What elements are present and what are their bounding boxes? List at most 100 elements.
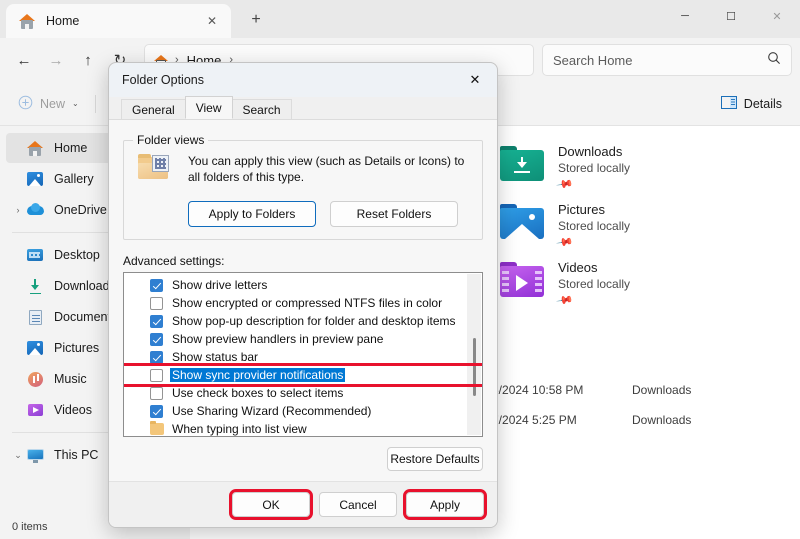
sidebar-item-label: OneDrive bbox=[54, 203, 107, 217]
dialog-tabs: General View Search bbox=[109, 96, 497, 120]
forward-icon[interactable]: → bbox=[40, 44, 72, 76]
checkbox-unchecked-icon[interactable] bbox=[150, 368, 163, 382]
setting-show-preview-handlers[interactable]: Show preview handlers in preview pane bbox=[124, 330, 482, 348]
new-tab-button[interactable]: + bbox=[241, 5, 271, 35]
checkbox-checked-icon[interactable] bbox=[150, 278, 163, 292]
videos-folder-icon bbox=[500, 260, 546, 300]
tab-strip: Home ✕ + ─ ☐ ✕ bbox=[0, 0, 800, 38]
tab-view[interactable]: View bbox=[184, 96, 233, 119]
setting-show-popup-description[interactable]: Show pop-up description for folder and d… bbox=[124, 312, 482, 330]
sidebar-item-label: Downloads bbox=[54, 279, 116, 293]
setting-label: Use check boxes to select items bbox=[172, 386, 344, 400]
ok-button[interactable]: OK bbox=[229, 489, 313, 520]
pin-icon: 📌 bbox=[555, 176, 574, 194]
setting-use-check-boxes[interactable]: Use check boxes to select items bbox=[124, 384, 482, 402]
setting-label: Show sync provider notifications bbox=[170, 368, 346, 382]
checkbox-checked-icon[interactable] bbox=[150, 404, 163, 418]
videos-icon bbox=[26, 401, 46, 419]
folder-views-group: Folder views You can apply this view (su… bbox=[123, 133, 483, 240]
downloads-icon bbox=[26, 277, 46, 295]
onedrive-icon bbox=[26, 201, 46, 219]
folder-tile-subtitle: Stored locally bbox=[558, 161, 631, 175]
setting-label: Show preview handlers in preview pane bbox=[172, 332, 384, 346]
setting-label: Use Sharing Wizard (Recommended) bbox=[172, 404, 372, 418]
sidebar-item-label: Pictures bbox=[54, 341, 100, 355]
setting-group-when-typing: When typing into list view bbox=[124, 420, 482, 436]
checkbox-checked-icon[interactable] bbox=[150, 350, 163, 364]
checkbox-unchecked-icon[interactable] bbox=[150, 296, 163, 310]
desktop-icon bbox=[26, 246, 46, 264]
advanced-settings-label: Advanced settings: bbox=[123, 254, 225, 268]
view-tab-page: Folder views You can apply this view (su… bbox=[109, 120, 497, 481]
folder-views-description: You can apply this view (such as Details… bbox=[188, 154, 465, 184]
cancel-button[interactable]: Cancel bbox=[319, 492, 397, 517]
downloads-folder-icon bbox=[500, 144, 546, 184]
plus-circle-icon bbox=[18, 95, 33, 113]
checkbox-checked-icon[interactable] bbox=[150, 332, 163, 346]
up-icon[interactable]: ↑ bbox=[72, 44, 104, 76]
sidebar-item-label: This PC bbox=[54, 448, 99, 462]
search-icon bbox=[767, 51, 781, 70]
sidebar-item-label: Home bbox=[54, 141, 88, 155]
show-sync-provider-notifications-row[interactable]: Show sync provider notifications bbox=[124, 363, 482, 387]
setting-label: When typing into list view bbox=[172, 422, 307, 436]
search-placeholder: Search Home bbox=[553, 52, 633, 68]
details-pane-button[interactable]: Details bbox=[711, 89, 792, 119]
new-button-label: New bbox=[40, 96, 66, 111]
setting-label: Show pop-up description for folder and d… bbox=[172, 314, 456, 328]
pictures-folder-icon bbox=[500, 202, 546, 242]
folder-options-dialog: Folder Options ✕ General View Search Fol… bbox=[108, 62, 498, 528]
close-icon[interactable]: ✕ bbox=[201, 10, 223, 32]
folder-tile-name: Downloads bbox=[558, 144, 623, 159]
restore-defaults-button[interactable]: Restore Defaults bbox=[387, 447, 483, 471]
details-button-label: Details bbox=[743, 96, 783, 111]
folder-tile-subtitle: Stored locally bbox=[558, 219, 631, 233]
maximize-button[interactable]: ☐ bbox=[708, 0, 754, 32]
sidebar-item-label: Gallery bbox=[54, 172, 94, 186]
sidebar-item-label: Videos bbox=[54, 403, 92, 417]
dialog-title-bar: Folder Options ✕ bbox=[109, 63, 497, 97]
folder-icon bbox=[150, 421, 164, 435]
music-icon bbox=[26, 370, 46, 388]
setting-show-drive-letters[interactable]: Show drive letters bbox=[124, 276, 482, 294]
folder-tile-videos[interactable]: Videos Stored locally 📌 bbox=[500, 260, 750, 310]
file-location: Downloads bbox=[632, 383, 692, 397]
documents-icon bbox=[26, 308, 46, 326]
tab-home[interactable]: Home ✕ bbox=[6, 4, 231, 38]
folder-tile-downloads[interactable]: Downloads Stored locally 📌 bbox=[500, 144, 750, 194]
sidebar-item-label: Music bbox=[54, 372, 87, 386]
checkbox-unchecked-icon[interactable] bbox=[150, 386, 163, 400]
scrollbar-track[interactable] bbox=[467, 274, 481, 435]
tab-general[interactable]: General bbox=[121, 99, 186, 119]
gallery-icon bbox=[26, 170, 46, 188]
tab-label: Home bbox=[46, 14, 80, 28]
chevron-down-icon: ⌄ bbox=[72, 99, 79, 108]
tab-search[interactable]: Search bbox=[231, 99, 292, 119]
advanced-settings-list[interactable]: Show drive letters Show encrypted or com… bbox=[123, 272, 483, 437]
chevron-down-icon[interactable]: ⌄ bbox=[10, 450, 26, 461]
folder-views-icon bbox=[136, 151, 180, 191]
setting-show-status-bar[interactable]: Show status bar bbox=[124, 348, 482, 366]
apply-button[interactable]: Apply bbox=[403, 489, 487, 520]
folder-tile-pictures[interactable]: Pictures Stored locally 📌 bbox=[500, 202, 750, 252]
reset-folders-button[interactable]: Reset Folders bbox=[330, 201, 458, 227]
checkbox-checked-icon[interactable] bbox=[150, 314, 163, 328]
apply-to-folders-button[interactable]: Apply to Folders bbox=[188, 201, 316, 227]
group-legend: Folder views bbox=[133, 133, 209, 147]
back-icon[interactable]: ← bbox=[8, 44, 40, 76]
setting-label: Show status bar bbox=[172, 350, 259, 364]
search-input[interactable]: Search Home bbox=[542, 44, 792, 76]
sidebar-item-label: Desktop bbox=[54, 248, 100, 262]
minimize-button[interactable]: ─ bbox=[662, 0, 708, 32]
thispc-icon bbox=[26, 446, 46, 464]
file-date: 2/5/2024 10:58 PM bbox=[482, 383, 584, 397]
new-button[interactable]: New ⌄ bbox=[8, 89, 89, 119]
chevron-right-icon[interactable]: › bbox=[10, 205, 26, 215]
setting-use-sharing-wizard[interactable]: Use Sharing Wizard (Recommended) bbox=[124, 402, 482, 420]
window-close-button[interactable]: ✕ bbox=[754, 0, 800, 32]
setting-show-encrypted-ntfs-color[interactable]: Show encrypted or compressed NTFS files … bbox=[124, 294, 482, 312]
close-icon[interactable]: ✕ bbox=[453, 64, 497, 97]
folder-tile-name: Videos bbox=[558, 260, 598, 275]
pin-icon: 📌 bbox=[555, 234, 574, 252]
file-date: 1/7/2024 5:25 PM bbox=[482, 413, 577, 427]
